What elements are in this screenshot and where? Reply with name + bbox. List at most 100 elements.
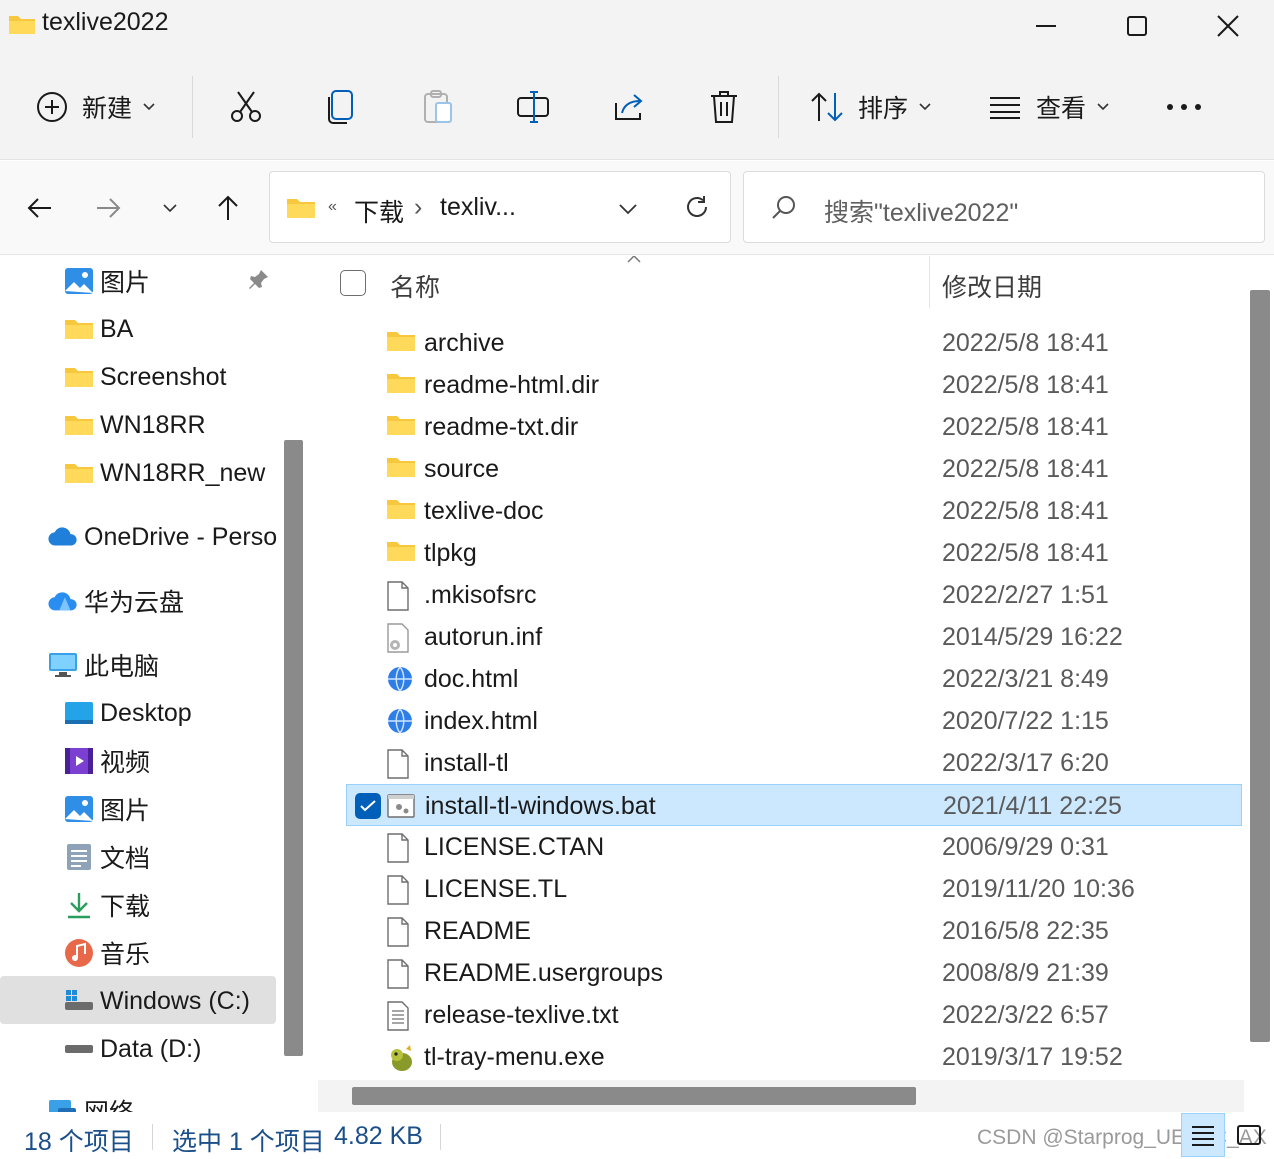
file-name[interactable]: release-texlive.txt: [424, 1001, 619, 1030]
sidebar-item-ba[interactable]: BA: [64, 306, 133, 352]
minimize-button[interactable]: [1000, 0, 1092, 52]
file-name[interactable]: .mkisofsrc: [424, 581, 537, 610]
sidebar-item-onedrive[interactable]: OneDrive - Perso: [48, 514, 277, 560]
file-row[interactable]: doc.html 2022/3/21 8:49: [346, 658, 1242, 700]
file-name[interactable]: doc.html: [424, 665, 518, 694]
cut-button[interactable]: [228, 76, 264, 138]
file-name[interactable]: LICENSE.CTAN: [424, 833, 604, 862]
row-checkbox[interactable]: [355, 793, 381, 819]
sidebar-item-this-pc[interactable]: 此电脑: [48, 642, 159, 688]
sidebar-item-documents[interactable]: 文档: [64, 834, 150, 880]
file-row[interactable]: LICENSE.TL 2019/11/20 10:36: [346, 868, 1242, 910]
column-name-header[interactable]: 名称: [390, 268, 440, 304]
file-date: 2019/11/20 10:36: [942, 875, 1135, 903]
paste-button[interactable]: [422, 76, 454, 138]
view-button[interactable]: 查看: [988, 76, 1110, 138]
file-row[interactable]: tlpkg 2022/5/8 18:41: [346, 532, 1242, 574]
file-name[interactable]: source: [424, 455, 499, 484]
file-row[interactable]: README.usergroups 2008/8/9 21:39: [346, 952, 1242, 994]
column-divider[interactable]: [929, 256, 930, 308]
file-name[interactable]: tlpkg: [424, 539, 477, 568]
sidebar-item-wn18rr-new[interactable]: WN18RR_new: [64, 450, 265, 496]
search-box[interactable]: 搜索"texlive2022": [743, 171, 1265, 243]
file-name[interactable]: README: [424, 917, 531, 946]
file-name[interactable]: texlive-doc: [424, 497, 544, 526]
file-row[interactable]: readme-txt.dir 2022/5/8 18:41: [346, 406, 1242, 448]
file-name[interactable]: autorun.inf: [424, 623, 542, 652]
delete-button[interactable]: [708, 76, 740, 138]
file-row[interactable]: .mkisofsrc 2022/2/27 1:51: [346, 574, 1242, 616]
close-button[interactable]: [1182, 0, 1274, 52]
details-view-button[interactable]: [1181, 1113, 1225, 1157]
file-name[interactable]: archive: [424, 329, 505, 358]
file-row[interactable]: install-tl-windows.bat 2021/4/11 22:25: [346, 784, 1242, 826]
address-bar[interactable]: « 下载 › texliv...: [269, 171, 731, 243]
sidebar-item-label: 图片: [100, 269, 151, 297]
selected-size: 4.82 KB: [334, 1122, 423, 1150]
file-row[interactable]: readme-html.dir 2022/5/8 18:41: [346, 364, 1242, 406]
sidebar-item-pictures-pinned[interactable]: 图片: [64, 258, 150, 304]
tiles-view-icon: [1237, 1125, 1261, 1145]
column-date-header[interactable]: 修改日期: [942, 268, 1042, 304]
refresh-button[interactable]: [684, 194, 710, 225]
rename-icon: [517, 91, 549, 123]
documents-icon: [64, 842, 94, 872]
tiles-view-button[interactable]: [1227, 1113, 1271, 1157]
new-button[interactable]: 新建: [36, 76, 156, 138]
breadcrumb-current[interactable]: texliv...: [440, 193, 516, 222]
file-row[interactable]: source 2022/5/8 18:41: [346, 448, 1242, 490]
sidebar-item-drive-c[interactable]: Windows (C:): [64, 978, 250, 1024]
file-name[interactable]: LICENSE.TL: [424, 875, 567, 904]
file-row[interactable]: archive 2022/5/8 18:41: [346, 322, 1242, 364]
file-name[interactable]: install-tl-windows.bat: [425, 792, 656, 821]
sort-button[interactable]: 排序: [810, 76, 932, 138]
file-row[interactable]: tl-tray-menu.exe 2019/3/17 19:52: [346, 1036, 1242, 1078]
pin-icon[interactable]: [248, 268, 270, 295]
breadcrumb-downloads[interactable]: 下载: [354, 193, 404, 229]
settings-file-icon: [386, 623, 414, 653]
breadcrumb-overflow[interactable]: «: [328, 198, 337, 216]
sidebar-scrollbar[interactable]: [284, 440, 303, 1056]
arrow-right-icon: [97, 198, 121, 218]
file-name[interactable]: readme-html.dir: [424, 371, 599, 400]
sidebar-item-downloads[interactable]: 下载: [64, 882, 150, 928]
back-button[interactable]: [18, 185, 62, 231]
file-row[interactable]: release-texlive.txt 2022/3/22 6:57: [346, 994, 1242, 1036]
sidebar-item-network[interactable]: 网络: [48, 1088, 134, 1112]
select-all-checkbox[interactable]: [340, 270, 366, 296]
recent-locations-button[interactable]: [148, 185, 192, 231]
file-list-horizontal-scrollbar[interactable]: [352, 1087, 916, 1105]
sidebar-item-wn18rr[interactable]: WN18RR: [64, 402, 206, 448]
file-row[interactable]: autorun.inf 2014/5/29 16:22: [346, 616, 1242, 658]
more-options-button[interactable]: [1166, 76, 1202, 138]
sidebar-item-desktop[interactable]: Desktop: [64, 690, 192, 736]
file-row[interactable]: index.html 2020/7/22 1:15: [346, 700, 1242, 742]
text-file-icon: [386, 1001, 414, 1031]
file-name[interactable]: tl-tray-menu.exe: [424, 1043, 605, 1072]
sidebar-item-screenshot[interactable]: Screenshot: [64, 354, 226, 400]
delete-icon: [711, 91, 737, 123]
file-name[interactable]: install-tl: [424, 749, 509, 778]
share-button[interactable]: [612, 76, 648, 138]
sidebar-item-drive-d[interactable]: Data (D:): [64, 1026, 201, 1072]
up-button[interactable]: [206, 185, 250, 231]
copy-button[interactable]: [326, 76, 358, 138]
sidebar-item-videos[interactable]: 视频: [64, 738, 150, 784]
forward-button[interactable]: [86, 185, 130, 231]
sidebar-item-huawei-cloud[interactable]: 华为云盘: [48, 578, 184, 624]
file-name[interactable]: index.html: [424, 707, 538, 736]
file-row[interactable]: install-tl 2022/3/17 6:20: [346, 742, 1242, 784]
file-icon: [386, 959, 414, 989]
sidebar-item-music[interactable]: 音乐: [64, 930, 150, 976]
sidebar-item-pictures[interactable]: 图片: [64, 786, 150, 832]
file-name[interactable]: README.usergroups: [424, 959, 663, 988]
rename-button[interactable]: [516, 76, 552, 138]
file-name[interactable]: readme-txt.dir: [424, 413, 578, 442]
address-history-button[interactable]: [618, 202, 638, 220]
file-row[interactable]: README 2016/5/8 22:35: [346, 910, 1242, 952]
folder-icon: [64, 314, 94, 344]
file-row[interactable]: texlive-doc 2022/5/8 18:41: [346, 490, 1242, 532]
maximize-button[interactable]: [1091, 0, 1183, 52]
file-row[interactable]: LICENSE.CTAN 2006/9/29 0:31: [346, 826, 1242, 868]
file-list-vertical-scrollbar[interactable]: [1250, 290, 1270, 1042]
